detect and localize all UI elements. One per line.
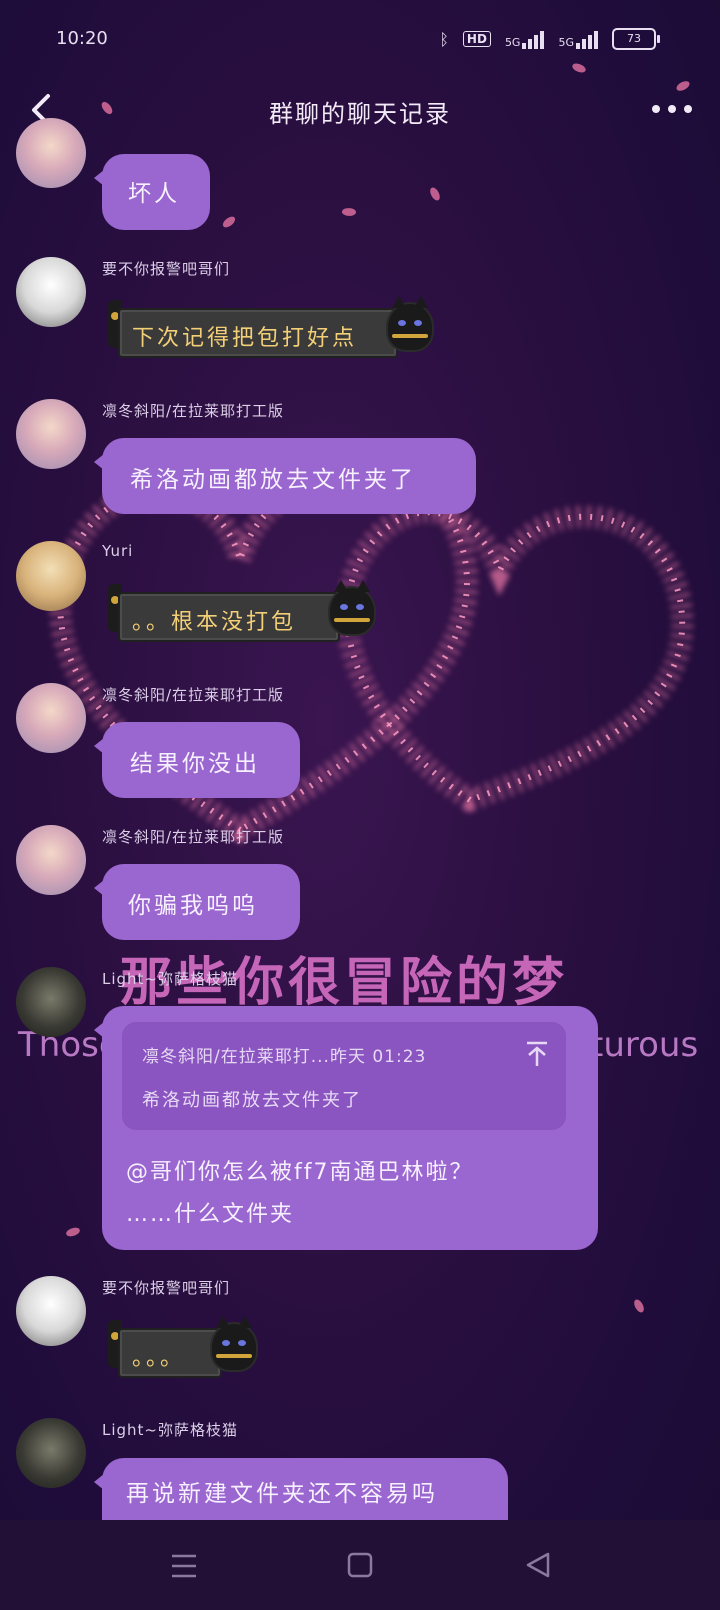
quote-body: 希洛动画都放去文件夹了: [142, 1090, 362, 1111]
dot-icon: [652, 105, 660, 113]
sender-name: Yuri: [102, 542, 134, 560]
overlay-lyric-en-right: turous: [590, 1025, 699, 1065]
message-text: 。。。: [132, 1346, 186, 1371]
hd-icon: HD: [462, 31, 491, 47]
avatar[interactable]: [16, 399, 86, 469]
avatar[interactable]: [16, 1276, 86, 1346]
dot-icon: [684, 105, 692, 113]
avatar[interactable]: [16, 118, 86, 188]
avatar[interactable]: [16, 541, 86, 611]
bluetooth-icon: ᛒ: [439, 29, 449, 49]
quote-header: 凛冬斜阳/在拉莱耶打...昨天 01:23: [142, 1047, 427, 1067]
status-time: 10:20: [56, 28, 108, 49]
menu-icon: [172, 1554, 196, 1578]
message-text: 。。根本没打包: [132, 610, 297, 635]
petal-decoration: [632, 1298, 646, 1314]
back-nav-button[interactable]: [520, 1550, 560, 1582]
avatar[interactable]: [16, 825, 86, 895]
petal-decoration: [341, 206, 357, 218]
quoted-message[interactable]: 凛冬斜阳/在拉莱耶打...昨天 01:23 希洛动画都放去文件夹了: [122, 1022, 566, 1130]
sender-name: 要不你报警吧哥们: [102, 1279, 231, 1297]
message-bubble[interactable]: 坏人: [94, 154, 210, 230]
sender-name: 凛冬斜阳/在拉莱耶打工版: [102, 828, 285, 846]
sender-name: 凛冬斜阳/在拉莱耶打工版: [102, 402, 285, 420]
status-bar: 10:20 ᛒ HD 5G 5G 73: [0, 0, 720, 80]
home-button[interactable]: [340, 1550, 380, 1582]
petal-decoration: [65, 1226, 81, 1238]
message-text: 你骗我呜呜: [128, 893, 258, 919]
more-options-button[interactable]: [652, 94, 692, 124]
avatar[interactable]: [16, 683, 86, 753]
cat-decoration-icon: [388, 296, 432, 350]
sticker-bubble[interactable]: 。。根本没打包: [118, 592, 340, 642]
message-bubble[interactable]: 你骗我呜呜: [94, 864, 300, 940]
dot-icon: [668, 105, 676, 113]
message-text-line: ……什么文件夹: [126, 1202, 295, 1227]
title-bar: 群聊的聊天记录: [0, 80, 720, 150]
avatar[interactable]: [16, 1418, 86, 1488]
avatar[interactable]: [16, 967, 86, 1037]
signal-label-2: 5G: [558, 36, 574, 49]
system-nav-bar: [0, 1520, 720, 1610]
sender-name: Light~弥萨格枝猫: [102, 970, 239, 988]
message-text: 结果你没出: [130, 751, 260, 777]
battery-icon: 73: [612, 28, 660, 50]
signal-label: 5G: [504, 36, 521, 49]
status-icons: ᛒ HD 5G 5G 73: [439, 28, 660, 50]
cat-decoration-icon: [330, 580, 374, 634]
sticker-bubble[interactable]: 。。。: [118, 1328, 222, 1378]
triangle-back-icon: [526, 1552, 550, 1578]
signal-icon: 5G: [505, 29, 545, 49]
reply-message-bubble[interactable]: 凛冬斜阳/在拉莱耶打...昨天 01:23 希洛动画都放去文件夹了 @哥们你怎么…: [94, 1006, 598, 1250]
avatar[interactable]: [16, 257, 86, 327]
message-text: 希洛动画都放去文件夹了: [130, 467, 416, 493]
message-bubble[interactable]: 结果你没出: [94, 722, 300, 798]
sticker-bubble[interactable]: 下次记得把包打好点: [118, 308, 398, 358]
message-bubble[interactable]: 希洛动画都放去文件夹了: [94, 438, 476, 514]
message-text: 下次记得把包打好点: [132, 326, 358, 351]
message-bubble[interactable]: 再说新建文件夹还不容易吗: [94, 1458, 508, 1520]
message-text: 坏人: [128, 181, 180, 207]
message-text-line: @哥们你怎么被ff7南通巴林啦？: [126, 1160, 474, 1185]
arrow-up-icon: [527, 1041, 547, 1066]
sender-name: 要不你报警吧哥们: [102, 260, 231, 278]
sender-name: Light~弥萨格枝猫: [102, 1421, 239, 1439]
signal-icon-2: 5G: [558, 29, 598, 49]
menu-button[interactable]: [164, 1550, 204, 1582]
petal-decoration: [428, 186, 442, 202]
petal-decoration: [220, 215, 238, 229]
sender-name: 凛冬斜阳/在拉莱耶打工版: [102, 686, 285, 704]
message-text: 再说新建文件夹还不容易吗: [126, 1481, 438, 1507]
square-icon: [347, 1552, 373, 1578]
cat-decoration-icon: [212, 1316, 256, 1370]
jump-to-quote-button[interactable]: [524, 1040, 550, 1068]
